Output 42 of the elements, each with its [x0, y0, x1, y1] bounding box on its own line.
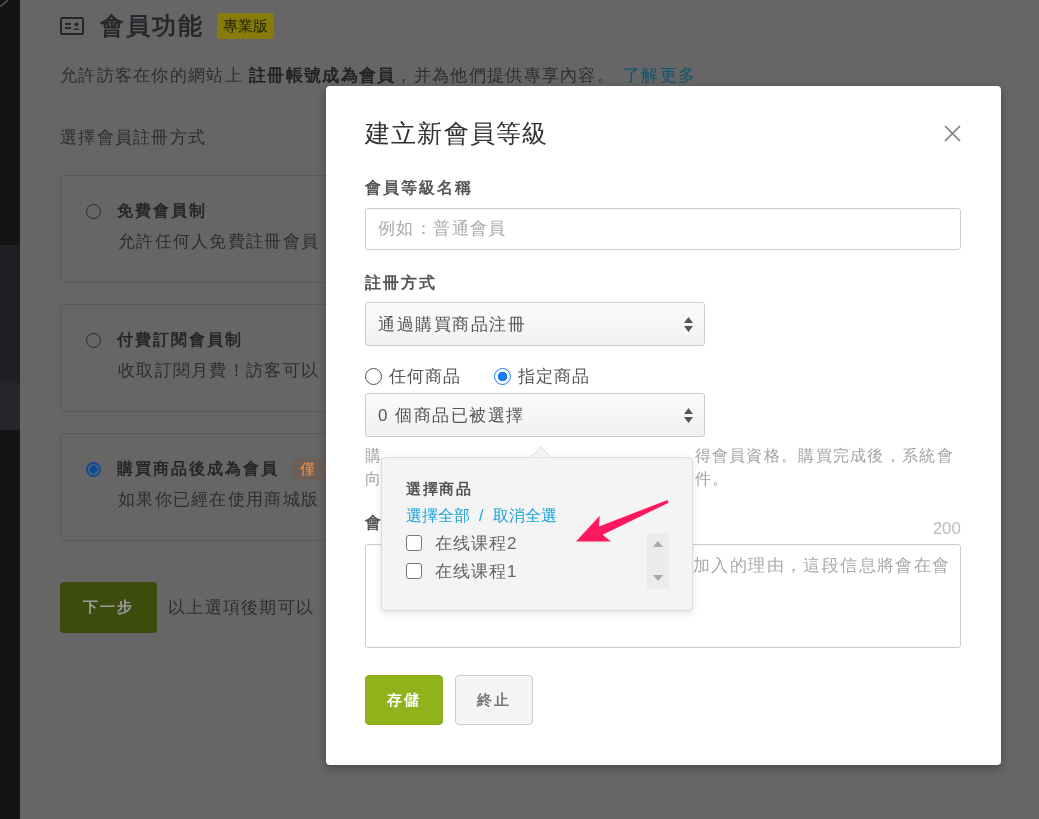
up-down-arrows-icon: [684, 407, 693, 423]
next-button[interactable]: 下一步: [60, 582, 157, 633]
cancel-button[interactable]: 終止: [455, 675, 533, 725]
plan-badge: 專業版: [217, 13, 274, 39]
option-title: 付費訂閱會員制: [117, 329, 243, 350]
product-select[interactable]: 0 個商品已被選擇: [365, 393, 705, 437]
field-label: 會: [365, 513, 381, 533]
checkbox[interactable]: [406, 535, 422, 551]
popover-title: 選擇商品: [406, 479, 472, 499]
section-label: 選擇會員註冊方式: [60, 128, 207, 148]
help-text: 購: [365, 446, 381, 466]
close-icon[interactable]: [944, 124, 961, 142]
help-text: 得會員資格。購買完成後，系統會: [694, 446, 955, 466]
page-title: 會員功能: [100, 13, 204, 39]
slash-icon: [0, 0, 8, 7]
help-text: 件。: [694, 469, 731, 489]
checkbox[interactable]: [406, 563, 422, 579]
description-text: 允許訪客在你的網站上 註冊帳號成為會員，并為他們提供專享內容。: [60, 66, 616, 85]
field-label: 註冊方式: [365, 273, 437, 293]
hint-text: 以上選項後期可以: [168, 597, 315, 619]
link-separator: /: [479, 506, 484, 526]
character-counter: 200: [932, 519, 961, 539]
modal-title: 建立新會員等級: [365, 118, 549, 148]
option-title: 免費會員制: [117, 200, 207, 221]
id-card-icon: [60, 17, 84, 35]
method-select[interactable]: 通過購買商品注冊: [365, 302, 705, 346]
scrollbar[interactable]: [647, 533, 669, 589]
up-down-arrows-icon: [684, 316, 693, 332]
radio-button[interactable]: [494, 367, 511, 385]
radio-button[interactable]: [86, 461, 101, 477]
name-input[interactable]: 例如：普通會員: [365, 208, 961, 250]
scroll-down-icon[interactable]: [653, 575, 663, 581]
option-title: 購買商品後成為會員: [117, 458, 279, 479]
option-badge: 僅: [292, 458, 323, 480]
product-item[interactable]: 在线课程2: [406, 529, 518, 557]
option-description: 收取訂閱月費！訪客可以: [118, 361, 320, 381]
product-item[interactable]: 在线课程1: [406, 557, 518, 585]
field-label: 會員等級名稱: [365, 178, 473, 198]
radio-option[interactable]: 指定商品: [494, 364, 590, 388]
help-text: 向: [365, 469, 381, 489]
option-description: 允許任何人免費註冊會員: [118, 232, 320, 252]
radio-option[interactable]: 任何商品: [365, 364, 461, 388]
